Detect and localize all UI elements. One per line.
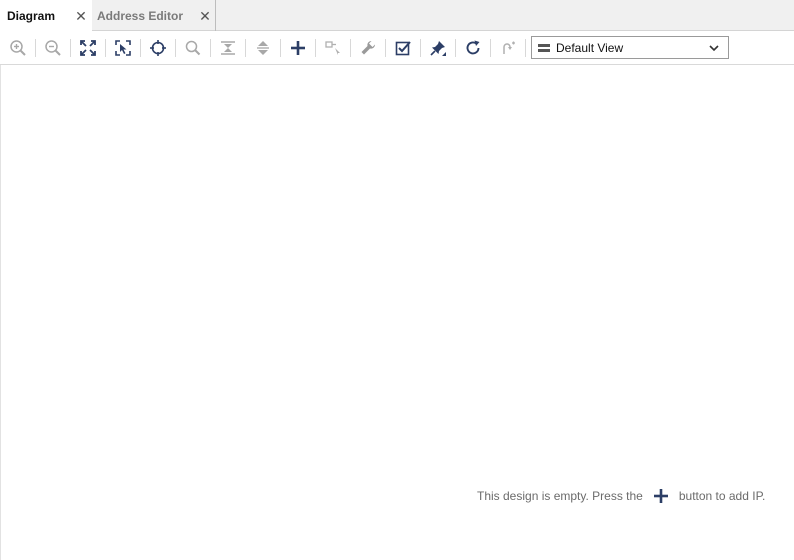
expand-icon[interactable] <box>253 38 273 58</box>
close-icon[interactable]: ✕ <box>198 9 212 23</box>
pin-icon[interactable] <box>428 38 448 58</box>
zoom-in-icon[interactable] <box>8 38 28 58</box>
validate-icon[interactable] <box>393 38 413 58</box>
search-icon[interactable] <box>183 38 203 58</box>
tab-address-editor[interactable]: Address Editor ✕ <box>92 0 216 31</box>
view-select-value: Default View <box>556 40 624 55</box>
tab-bar: Diagram ✕ Address Editor ✕ <box>0 0 794 32</box>
collapse-icon[interactable] <box>218 38 238 58</box>
empty-design-message: This design is empty. Press the button t… <box>477 486 765 506</box>
connect-icon[interactable] <box>323 38 343 58</box>
refresh-icon[interactable] <box>463 38 483 58</box>
fit-icon[interactable] <box>78 38 98 58</box>
zoom-select-icon[interactable] <box>113 38 133 58</box>
zoom-out-icon[interactable] <box>43 38 63 58</box>
center-icon[interactable] <box>148 38 168 58</box>
chevron-down-icon <box>709 45 719 52</box>
empty-message-suffix: button to add IP. <box>678 489 766 503</box>
tab-diagram-label: Diagram <box>7 9 56 23</box>
close-icon[interactable]: ✕ <box>74 9 88 23</box>
view-lines-icon <box>538 43 550 52</box>
tab-address-editor-label: Address Editor <box>97 8 184 23</box>
regenerate-icon[interactable] <box>498 38 518 58</box>
add-ip-icon[interactable] <box>653 488 669 504</box>
diagram-toolbar: Default View <box>0 31 794 65</box>
view-select[interactable]: Default View <box>531 36 729 59</box>
tab-diagram[interactable]: Diagram ✕ <box>0 0 92 32</box>
empty-message-prefix: This design is empty. Press the <box>477 489 643 503</box>
wrench-icon[interactable] <box>358 38 378 58</box>
add-ip-icon[interactable] <box>288 38 308 58</box>
